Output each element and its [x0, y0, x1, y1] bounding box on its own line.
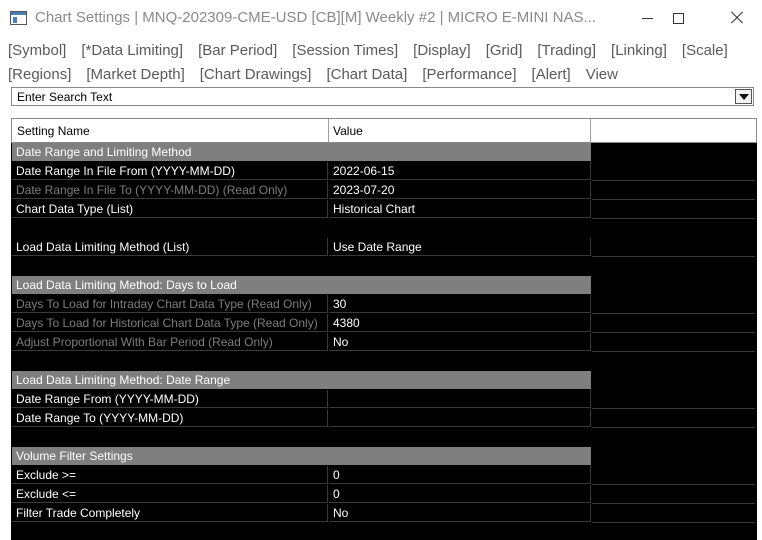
setting-value[interactable] [329, 390, 591, 408]
tab-chart-data[interactable]: [Chart Data] [326, 66, 407, 83]
setting-value: 2023-07-20 [329, 181, 591, 199]
maximize-icon [672, 12, 684, 24]
title-bar: Chart Settings | MNQ-202309-CME-USD [CB]… [0, 0, 762, 36]
app-window-icon [10, 11, 27, 25]
tab-bar-period[interactable]: [Bar Period] [198, 42, 277, 59]
search-input[interactable] [12, 88, 737, 105]
close-icon [730, 11, 744, 25]
setting-name: Chart Data Type (List) [12, 200, 328, 218]
setting-row[interactable]: Chart Data Type (List) Historical Chart [11, 200, 755, 219]
tab-scale[interactable]: [Scale] [682, 42, 728, 59]
tab-regions[interactable]: [Regions] [8, 66, 71, 83]
setting-value[interactable]: 0 [329, 485, 591, 503]
setting-name: Adjust Proportional With Bar Period (Rea… [12, 333, 328, 351]
section-header: Load Data Limiting Method: Date Range [11, 371, 755, 390]
setting-name: Days To Load for Historical Chart Data T… [12, 314, 328, 332]
chevron-down-icon [738, 93, 749, 100]
setting-name: Date Range From (YYYY-MM-DD) [12, 390, 328, 408]
tab-linking[interactable]: [Linking] [611, 42, 667, 59]
minimize-icon [641, 17, 653, 19]
setting-value[interactable]: 0 [329, 466, 591, 484]
blank-row [11, 428, 755, 447]
settings-grid: Setting Name Value Date Range and Limiti… [11, 118, 757, 540]
setting-row[interactable]: Date Range To (YYYY-MM-DD) [11, 409, 755, 428]
search-dropdown[interactable] [11, 87, 754, 106]
column-header-setting-name[interactable]: Setting Name [17, 124, 90, 138]
setting-name: Filter Trade Completely [12, 504, 328, 522]
tab-session-times[interactable]: [Session Times] [292, 42, 398, 59]
setting-value[interactable]: Use Date Range [329, 238, 591, 256]
setting-row[interactable]: Days To Load for Historical Chart Data T… [11, 314, 755, 333]
close-button[interactable] [714, 0, 760, 36]
setting-value: No [329, 333, 591, 351]
setting-row[interactable]: Days To Load for Intraday Chart Data Typ… [11, 295, 755, 314]
grid-header: Setting Name Value [11, 118, 757, 143]
section-header: Load Data Limiting Method: Days to Load [11, 276, 755, 295]
setting-name: Date Range In File To (YYYY-MM-DD) (Read… [12, 181, 328, 199]
setting-value[interactable]: No [329, 504, 591, 522]
section-title: Date Range and Limiting Method [12, 143, 591, 161]
tab-view[interactable]: View [586, 66, 618, 83]
section-title: Load Data Limiting Method: Days to Load [12, 276, 591, 294]
setting-name: Exclude <= [12, 485, 328, 503]
setting-row[interactable]: Exclude <= 0 [11, 485, 755, 504]
setting-row[interactable]: Load Data Limiting Method (List) Use Date… [11, 238, 755, 257]
setting-value: 30 [329, 295, 591, 313]
tab-chart-drawings[interactable]: [Chart Drawings] [200, 66, 312, 83]
section-title: Volume Filter Settings [12, 447, 591, 465]
blank-row [11, 352, 755, 371]
blank-row [11, 219, 755, 238]
setting-row[interactable]: Filter Trade Completely No [11, 504, 755, 523]
tab-trading[interactable]: [Trading] [537, 42, 596, 59]
tab-display[interactable]: [Display] [413, 42, 471, 59]
tab-data-limiting[interactable]: [*Data Limiting] [81, 42, 183, 59]
setting-value[interactable] [329, 409, 591, 427]
tab-row-1: [Symbol] [*Data Limiting] [Bar Period] [Ses… [0, 38, 762, 62]
tab-market-depth[interactable]: [Market Depth] [86, 66, 184, 83]
tab-row-2: [Regions] [Market Depth] [Chart Drawings] [… [0, 62, 762, 86]
tab-alert[interactable]: [Alert] [532, 66, 571, 83]
setting-name: Load Data Limiting Method (List) [12, 238, 328, 256]
section-header: Date Range and Limiting Method [11, 143, 755, 162]
setting-value: 4380 [329, 314, 591, 332]
tab-grid[interactable]: [Grid] [486, 42, 523, 59]
section-title: Load Data Limiting Method: Date Range [12, 371, 591, 389]
setting-name: Days To Load for Intraday Chart Data Typ… [12, 295, 328, 313]
setting-name: Exclude >= [12, 466, 328, 484]
setting-row[interactable]: Adjust Proportional With Bar Period (Rea… [11, 333, 755, 352]
blank-row [11, 257, 755, 276]
setting-row[interactable]: Date Range From (YYYY-MM-DD) [11, 390, 755, 409]
tab-performance[interactable]: [Performance] [422, 66, 516, 83]
window-title: Chart Settings | MNQ-202309-CME-USD [CB]… [35, 9, 596, 26]
column-header-value[interactable]: Value [333, 124, 363, 138]
setting-value[interactable]: Historical Chart [329, 200, 591, 218]
setting-name: Date Range In File From (YYYY-MM-DD) [12, 162, 328, 180]
section-header: Volume Filter Settings [11, 447, 755, 466]
setting-name: Date Range To (YYYY-MM-DD) [12, 409, 328, 427]
setting-row[interactable]: Date Range In File From (YYYY-MM-DD) 2022… [11, 162, 755, 181]
setting-row[interactable]: Date Range In File To (YYYY-MM-DD) (Read… [11, 181, 755, 200]
dropdown-button[interactable] [735, 89, 752, 104]
setting-row[interactable]: Exclude >= 0 [11, 466, 755, 485]
setting-value[interactable]: 2022-06-15 [329, 162, 591, 180]
maximize-button[interactable] [655, 0, 701, 36]
settings-tabs: [Symbol] [*Data Limiting] [Bar Period] [Ses… [0, 38, 762, 86]
tab-symbol[interactable]: [Symbol] [8, 42, 66, 59]
